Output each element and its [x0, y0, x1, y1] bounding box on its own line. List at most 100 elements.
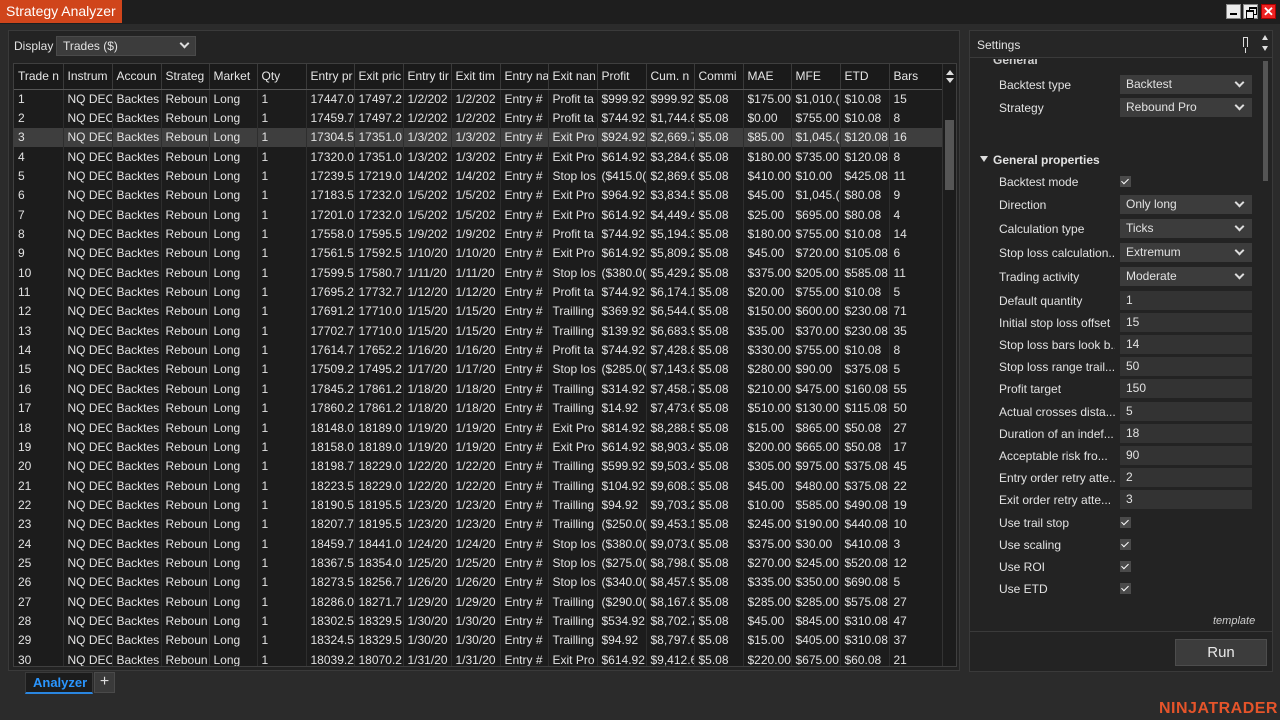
column-header[interactable]: Trade n: [14, 64, 64, 90]
column-header[interactable]: Exit nan: [548, 64, 598, 90]
table-row[interactable]: 19 NQ DEC Backtes Reboun Long 1 18158.0 18189.0…: [14, 437, 946, 457]
table-row[interactable]: 8 NQ DEC Backtes Reboun Long 1 17558.0 17595.5 1…: [14, 224, 946, 244]
column-header[interactable]: Instrum: [63, 64, 113, 90]
panel-up-icon[interactable]: [1262, 35, 1268, 40]
scroll-thumb[interactable]: [945, 120, 954, 190]
table-row[interactable]: 17 NQ DEC Backtes Reboun Long 1 17860.2 17861.2…: [14, 398, 946, 418]
column-header[interactable]: Market: [209, 64, 258, 90]
property-checkbox[interactable]: [1120, 517, 1131, 528]
property-select[interactable]: Backtest: [1120, 75, 1252, 94]
add-tab-button[interactable]: +: [94, 672, 115, 693]
column-header[interactable]: Exit tim: [451, 64, 501, 90]
table-row[interactable]: 28 NQ DEC Backtes Reboun Long 1 18302.5 18329.5…: [14, 611, 946, 631]
table-row[interactable]: 29 NQ DEC Backtes Reboun Long 1 18324.5 18329.5…: [14, 630, 946, 650]
table-cell: Long: [209, 340, 258, 360]
property-input[interactable]: 18: [1120, 424, 1252, 443]
property-input[interactable]: 90: [1120, 446, 1252, 465]
property-checkbox[interactable]: [1120, 176, 1131, 187]
property-input[interactable]: 50: [1120, 357, 1252, 376]
general-group-title[interactable]: General: [993, 59, 1038, 67]
column-header[interactable]: Entry pr: [306, 64, 355, 90]
pin-icon[interactable]: [1243, 37, 1248, 53]
table-row[interactable]: 21 NQ DEC Backtes Reboun Long 1 18223.5 18229.0…: [14, 475, 946, 496]
table-row[interactable]: 7 NQ DEC Backtes Reboun Long 1 17201.0 17232.0 1…: [14, 205, 946, 225]
table-row[interactable]: 12 NQ DEC Backtes Reboun Long 1 17691.2 17710.0…: [14, 301, 946, 322]
property-input[interactable]: 14: [1120, 335, 1252, 354]
column-header[interactable]: Qty: [257, 64, 307, 90]
table-row[interactable]: 22 NQ DEC Backtes Reboun Long 1 18190.5 18195.5…: [14, 495, 946, 515]
restore-icon[interactable]: [1243, 4, 1258, 19]
table-row[interactable]: 15 NQ DEC Backtes Reboun Long 1 17509.2 17495.2…: [14, 359, 946, 380]
property-input[interactable]: 15: [1120, 313, 1252, 332]
run-button[interactable]: Run: [1175, 639, 1267, 666]
table-row[interactable]: 3 NQ DEC Backtes Reboun Long 1 17304.5 17351.0 1…: [14, 127, 946, 148]
column-header[interactable]: Profit: [597, 64, 647, 90]
table-row[interactable]: 20 NQ DEC Backtes Reboun Long 1 18198.7 18229.0…: [14, 456, 946, 476]
settings-scroll-thumb[interactable]: [1263, 61, 1268, 181]
panel-down-icon[interactable]: [1262, 46, 1268, 51]
table-cell: 28: [14, 611, 64, 631]
property-input[interactable]: 1: [1120, 291, 1252, 310]
table-row[interactable]: 16 NQ DEC Backtes Reboun Long 1 17845.2 17861.2…: [14, 379, 946, 399]
property-select[interactable]: Rebound Pro: [1120, 98, 1252, 117]
table-cell: 29: [14, 630, 64, 650]
minimize-icon[interactable]: [1226, 4, 1241, 19]
column-header[interactable]: Entry na: [500, 64, 549, 90]
property-input[interactable]: 5: [1120, 402, 1252, 421]
table-row[interactable]: 26 NQ DEC Backtes Reboun Long 1 18273.5 18256.7…: [14, 572, 946, 592]
table-cell: Entry #: [500, 572, 549, 592]
table-row[interactable]: 6 NQ DEC Backtes Reboun Long 1 17183.5 17232.0 1…: [14, 185, 946, 206]
property-input[interactable]: 3: [1120, 490, 1252, 509]
table-cell: Long: [209, 166, 258, 186]
property-label: Default quantity: [999, 294, 1083, 308]
table-row[interactable]: 24 NQ DEC Backtes Reboun Long 1 18459.7 18441.0…: [14, 533, 946, 554]
property-select[interactable]: Extremum: [1120, 243, 1252, 262]
group-collapse-icon[interactable]: [980, 156, 988, 162]
table-cell: $20.00: [743, 282, 792, 302]
table-row[interactable]: 4 NQ DEC Backtes Reboun Long 1 17320.0 17351.0 1…: [14, 147, 946, 167]
table-row[interactable]: 1 NQ DEC Backtes Reboun Long 1 17447.0 17497.2 1…: [14, 89, 946, 109]
general-properties-title[interactable]: General properties: [993, 153, 1100, 167]
settings-scrollbar[interactable]: [1261, 59, 1271, 630]
column-header[interactable]: MFE: [791, 64, 841, 90]
tab-analyzer[interactable]: Analyzer: [25, 672, 93, 694]
table-row[interactable]: 27 NQ DEC Backtes Reboun Long 1 18286.0 18271.7…: [14, 591, 946, 612]
table-row[interactable]: 23 NQ DEC Backtes Reboun Long 1 18207.7 18195.5…: [14, 514, 946, 534]
column-header[interactable]: ETD: [840, 64, 890, 90]
table-row[interactable]: 5 NQ DEC Backtes Reboun Long 1 17239.5 17219.0 1…: [14, 166, 946, 186]
column-header[interactable]: Accoun: [112, 64, 162, 90]
column-header[interactable]: Strateg: [161, 64, 210, 90]
table-row[interactable]: 18 NQ DEC Backtes Reboun Long 1 18148.0 18189.0…: [14, 417, 946, 438]
property-input[interactable]: 150: [1120, 379, 1252, 398]
property-checkbox[interactable]: [1120, 583, 1131, 594]
template-label[interactable]: template: [1213, 615, 1255, 627]
property-select[interactable]: Moderate: [1120, 267, 1252, 286]
column-header[interactable]: Commi: [694, 64, 744, 90]
property-checkbox[interactable]: [1120, 539, 1131, 550]
table-cell: 1: [257, 185, 307, 206]
table-cell: 1: [257, 398, 307, 418]
display-select[interactable]: Trades ($): [56, 36, 196, 56]
table-row[interactable]: 11 NQ DEC Backtes Reboun Long 1 17695.2 17732.7…: [14, 282, 946, 302]
column-header[interactable]: Exit pric: [354, 64, 404, 90]
table-row[interactable]: 9 NQ DEC Backtes Reboun Long 1 17561.5 17592.5 1…: [14, 243, 946, 264]
table-row[interactable]: 13 NQ DEC Backtes Reboun Long 1 17702.7 17710.0…: [14, 321, 946, 341]
table-row[interactable]: 25 NQ DEC Backtes Reboun Long 1 18367.5 18354.0…: [14, 553, 946, 573]
table-row[interactable]: 30 NQ DEC Backtes Reboun Long 1 18039.2 18070.2…: [14, 649, 946, 666]
property-select[interactable]: Ticks: [1120, 219, 1252, 238]
table-row[interactable]: 10 NQ DEC Backtes Reboun Long 1 17599.5 17580.7…: [14, 263, 946, 283]
close-icon[interactable]: ✕: [1261, 4, 1276, 19]
property-input[interactable]: 2: [1120, 468, 1252, 487]
property-select[interactable]: Only long: [1120, 195, 1252, 214]
column-header[interactable]: Bars: [889, 64, 946, 90]
table-row[interactable]: 2 NQ DEC Backtes Reboun Long 1 17459.7 17497.2 1…: [14, 108, 946, 128]
scroll-up-icon[interactable]: [946, 70, 954, 75]
column-header[interactable]: Entry tir: [403, 64, 452, 90]
column-header[interactable]: Cum. n: [646, 64, 695, 90]
property-checkbox[interactable]: [1120, 561, 1131, 572]
column-header[interactable]: MAE: [743, 64, 792, 90]
scroll-down-icon[interactable]: [946, 78, 954, 83]
grid-scrollbar[interactable]: [942, 64, 956, 666]
table-cell: 6: [14, 185, 64, 206]
table-row[interactable]: 14 NQ DEC Backtes Reboun Long 1 17614.7 17652.2…: [14, 340, 946, 360]
